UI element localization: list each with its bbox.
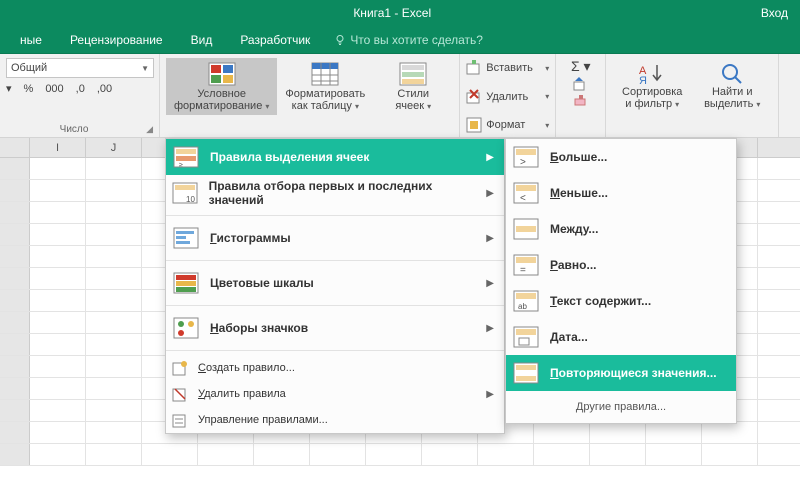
submenu-arrow-icon: ▶ (486, 323, 494, 334)
lightbulb-icon (334, 34, 346, 46)
conditional-formatting-icon (208, 62, 236, 86)
format-cells-button[interactable]: Формат▾ (466, 115, 549, 135)
tab-developer[interactable]: Разработчик (226, 26, 324, 53)
sign-in-link[interactable]: Вход (761, 6, 788, 20)
color-scales-icon (173, 272, 199, 294)
submenu-more-rules[interactable]: Другие правила... (506, 391, 736, 423)
manage-rules-icon (172, 412, 188, 428)
submenu-date-occurring[interactable]: Дата... (506, 319, 736, 355)
svg-text:ab: ab (518, 302, 527, 311)
submenu-between[interactable]: Между... (506, 211, 736, 247)
autosum-button[interactable]: Σ ▾ (571, 58, 591, 75)
date-icon (513, 326, 539, 348)
menu-top-bottom-rules[interactable]: 10 Правила отбора первых и последних зна… (166, 175, 504, 211)
format-as-table-button[interactable]: Форматировать как таблицу ▾ (277, 58, 373, 115)
group-editing: АЯ Сортировка и фильтр ▾ Найти и выделит… (606, 54, 779, 137)
menu-data-bars[interactable]: Гистограммы ▶ (166, 220, 504, 256)
format-icon (466, 117, 482, 133)
menu-manage-rules[interactable]: Управление правилами... (166, 407, 504, 433)
svg-text:<: < (520, 193, 526, 204)
percent-format-button[interactable]: % (24, 83, 34, 95)
submenu-less-than[interactable]: < Меньше... (506, 175, 736, 211)
highlight-cells-submenu: > Больше... < Меньше... Между... = Равно… (505, 138, 737, 424)
clear-button[interactable] (573, 93, 589, 107)
ribbon-tabs: ные Рецензирование Вид Разработчик Что в… (0, 26, 800, 54)
submenu-text-contains[interactable]: ab Текст содержит... (506, 283, 736, 319)
workbook-title: Книга1 - Excel (353, 6, 431, 20)
svg-text:10: 10 (186, 195, 195, 204)
dialog-launcher-icon[interactable]: ◢ (146, 124, 153, 135)
menu-icon-sets[interactable]: Наборы значков ▶ (166, 310, 504, 346)
group-editing-mini: Σ ▾ (556, 54, 606, 137)
highlight-rules-icon: ≥ (173, 146, 199, 168)
group-label-number: Число◢ (6, 122, 153, 135)
sort-filter-button[interactable]: АЯ Сортировка и фильтр ▾ (612, 58, 692, 135)
title-bar: Книга1 - Excel Вход (0, 0, 800, 26)
menu-clear-rules[interactable]: Удалить правила ▶ (166, 381, 504, 407)
comma-format-button[interactable]: 000 (45, 83, 63, 95)
new-rule-icon (172, 360, 188, 376)
col-header[interactable]: J (86, 138, 142, 157)
cell-styles-button[interactable]: Стили ячеек ▾ (373, 58, 453, 115)
duplicate-values-icon (513, 362, 539, 384)
group-cells: Вставить▾ Удалить▾ Формат▾ (460, 54, 556, 137)
tab-data[interactable]: ные (6, 26, 56, 53)
submenu-arrow-icon: ▶ (486, 152, 494, 163)
col-header[interactable]: I (30, 138, 86, 157)
icon-sets-icon (173, 317, 199, 339)
submenu-duplicate-values[interactable]: Повторяющиеся значения... (506, 355, 736, 391)
table-icon (311, 62, 339, 86)
menu-highlight-cells-rules[interactable]: ≥ Правила выделения ячеек ▶ (166, 139, 504, 175)
insert-icon (466, 60, 482, 76)
group-number: Общий ▼ ▾ % 000 ,0 ,00 Число◢ (0, 54, 160, 137)
submenu-arrow-icon: ▶ (486, 389, 494, 400)
svg-text:=: = (520, 265, 526, 276)
cell-styles-icon (399, 62, 427, 86)
group-styles: Условное форматирование ▾ Форматировать … (160, 54, 460, 137)
accounting-format-button[interactable]: ▾ (6, 82, 12, 95)
find-select-button[interactable]: Найти и выделить ▾ (692, 58, 772, 135)
clear-rules-icon (172, 386, 188, 402)
submenu-arrow-icon: ▶ (486, 278, 494, 289)
select-all-corner[interactable] (0, 138, 30, 157)
sort-filter-icon: АЯ (639, 62, 665, 84)
svg-text:≥: ≥ (179, 162, 183, 168)
delete-cells-button[interactable]: Удалить▾ (466, 87, 549, 107)
search-icon (719, 62, 745, 84)
svg-text:>: > (520, 157, 526, 168)
tab-view[interactable]: Вид (177, 26, 227, 53)
number-format-combo[interactable]: Общий ▼ (6, 58, 154, 78)
insert-cells-button[interactable]: Вставить▾ (466, 58, 549, 78)
tab-review[interactable]: Рецензирование (56, 26, 177, 53)
greater-than-icon: > (513, 146, 539, 168)
submenu-greater-than[interactable]: > Больше... (506, 139, 736, 175)
menu-color-scales[interactable]: Цветовые шкалы ▶ (166, 265, 504, 301)
decrease-decimal-button[interactable]: ,00 (97, 83, 112, 95)
data-bars-icon (173, 227, 199, 249)
text-contains-icon: ab (513, 290, 539, 312)
conditional-formatting-button[interactable]: Условное форматирование ▾ (166, 58, 277, 115)
menu-new-rule[interactable]: Создать правило... (166, 355, 504, 381)
submenu-arrow-icon: ▶ (486, 188, 494, 199)
equal-icon: = (513, 254, 539, 276)
submenu-arrow-icon: ▶ (486, 233, 494, 244)
tell-me-search[interactable]: Что вы хотите сделать? (334, 33, 483, 47)
ribbon: Общий ▼ ▾ % 000 ,0 ,00 Число◢ Условное ф… (0, 54, 800, 138)
conditional-formatting-menu: ≥ Правила выделения ячеек ▶ 10 Правила о… (165, 138, 505, 434)
top-bottom-icon: 10 (172, 182, 198, 204)
between-icon (513, 218, 539, 240)
svg-text:Я: Я (639, 75, 647, 84)
chevron-down-icon: ▼ (141, 64, 149, 73)
submenu-equal-to[interactable]: = Равно... (506, 247, 736, 283)
fill-button[interactable] (573, 77, 589, 91)
increase-decimal-button[interactable]: ,0 (76, 83, 85, 95)
less-than-icon: < (513, 182, 539, 204)
delete-icon (466, 89, 482, 105)
